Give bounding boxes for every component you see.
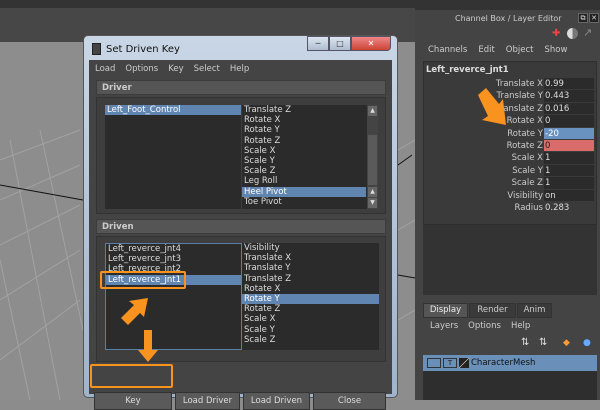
annotation-arrows: [121, 88, 506, 362]
arrow-icon: [121, 298, 148, 325]
arrow-icon: [138, 330, 158, 362]
arrow-icon: [478, 88, 506, 125]
